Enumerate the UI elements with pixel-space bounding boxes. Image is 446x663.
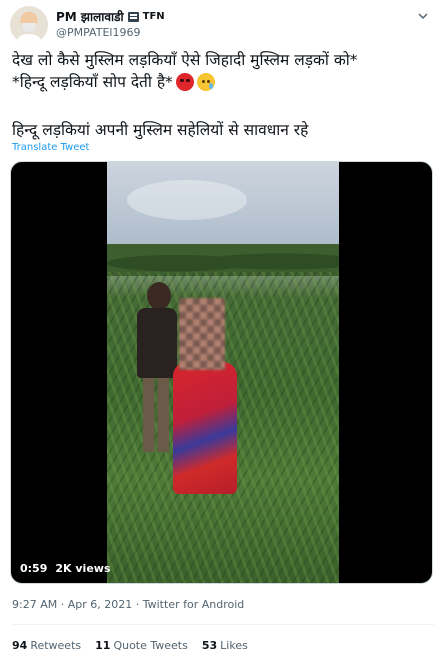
tweet-line-2: *हिन्दू लड़कियाँ सोप देती है*	[12, 71, 436, 93]
retweets-label: Retweets	[30, 639, 82, 652]
retweets-count: 94	[12, 639, 28, 652]
tweet-meta: 9:27 AM · Apr 6, 2021 · Twitter for Andr…	[12, 598, 244, 611]
display-name[interactable]: PM झालावाडी	[56, 8, 124, 25]
tweet-stats: 94 Retweets 11 Quote Tweets 53 Likes	[12, 639, 248, 652]
likes-label: Likes	[220, 639, 248, 652]
video-player[interactable]: 0:59 2K views	[10, 161, 433, 584]
quotes-count: 11	[95, 639, 111, 652]
tweet-header: PM झालावाडी TFN @PMPATEl1969	[10, 6, 436, 46]
tweet-line-2-text: *हिन्दू लड़कियाँ सोप देती है*	[12, 73, 173, 91]
video-frame[interactable]	[107, 162, 339, 583]
video-overlay: 0:59 2K views	[20, 562, 111, 575]
tweet-body: देख लो कैसे मुस्लिम लड़कियाँ ऐसे जिहादी …	[12, 49, 436, 93]
chevron-down-icon[interactable]	[416, 9, 430, 23]
likes-count: 53	[201, 639, 218, 652]
quote-tweets-stat[interactable]: 11 Quote Tweets	[95, 639, 188, 652]
author-name-row: PM झालावाडी TFN	[56, 8, 165, 25]
tweet-date[interactable]: Apr 6, 2021	[68, 598, 133, 611]
crying-face-icon	[196, 73, 215, 91]
video-scene-woman-blurred	[169, 298, 241, 498]
flag-emoji-icon	[127, 11, 139, 22]
author-handle[interactable]: @PMPATEl1969	[56, 26, 140, 39]
tweet-line-1: देख लो कैसे मुस्लिम लड़कियाँ ऐसे जिहादी …	[12, 51, 358, 69]
tweet-source[interactable]: Twitter for Android	[143, 598, 245, 611]
meta-separator: ·	[57, 598, 68, 611]
likes-stat[interactable]: 53 Likes	[202, 639, 248, 652]
angry-face-icon	[175, 73, 194, 91]
divider	[12, 624, 434, 625]
tweet-time[interactable]: 9:27 AM	[12, 598, 57, 611]
video-scene-cloud	[127, 180, 247, 220]
name-suffix-badge: TFN	[142, 11, 165, 22]
meta-separator: ·	[132, 598, 143, 611]
video-duration: 0:59	[20, 562, 48, 575]
translate-tweet-link[interactable]: Translate Tweet	[12, 142, 89, 153]
tweet-line-3: हिन्दू लड़कियां अपनी मुस्लिम सहेलियों से…	[12, 121, 309, 139]
retweets-stat[interactable]: 94 Retweets	[12, 639, 81, 652]
quotes-label: Quote Tweets	[113, 639, 188, 652]
video-views: 2K views	[55, 562, 111, 575]
avatar[interactable]	[10, 6, 48, 44]
